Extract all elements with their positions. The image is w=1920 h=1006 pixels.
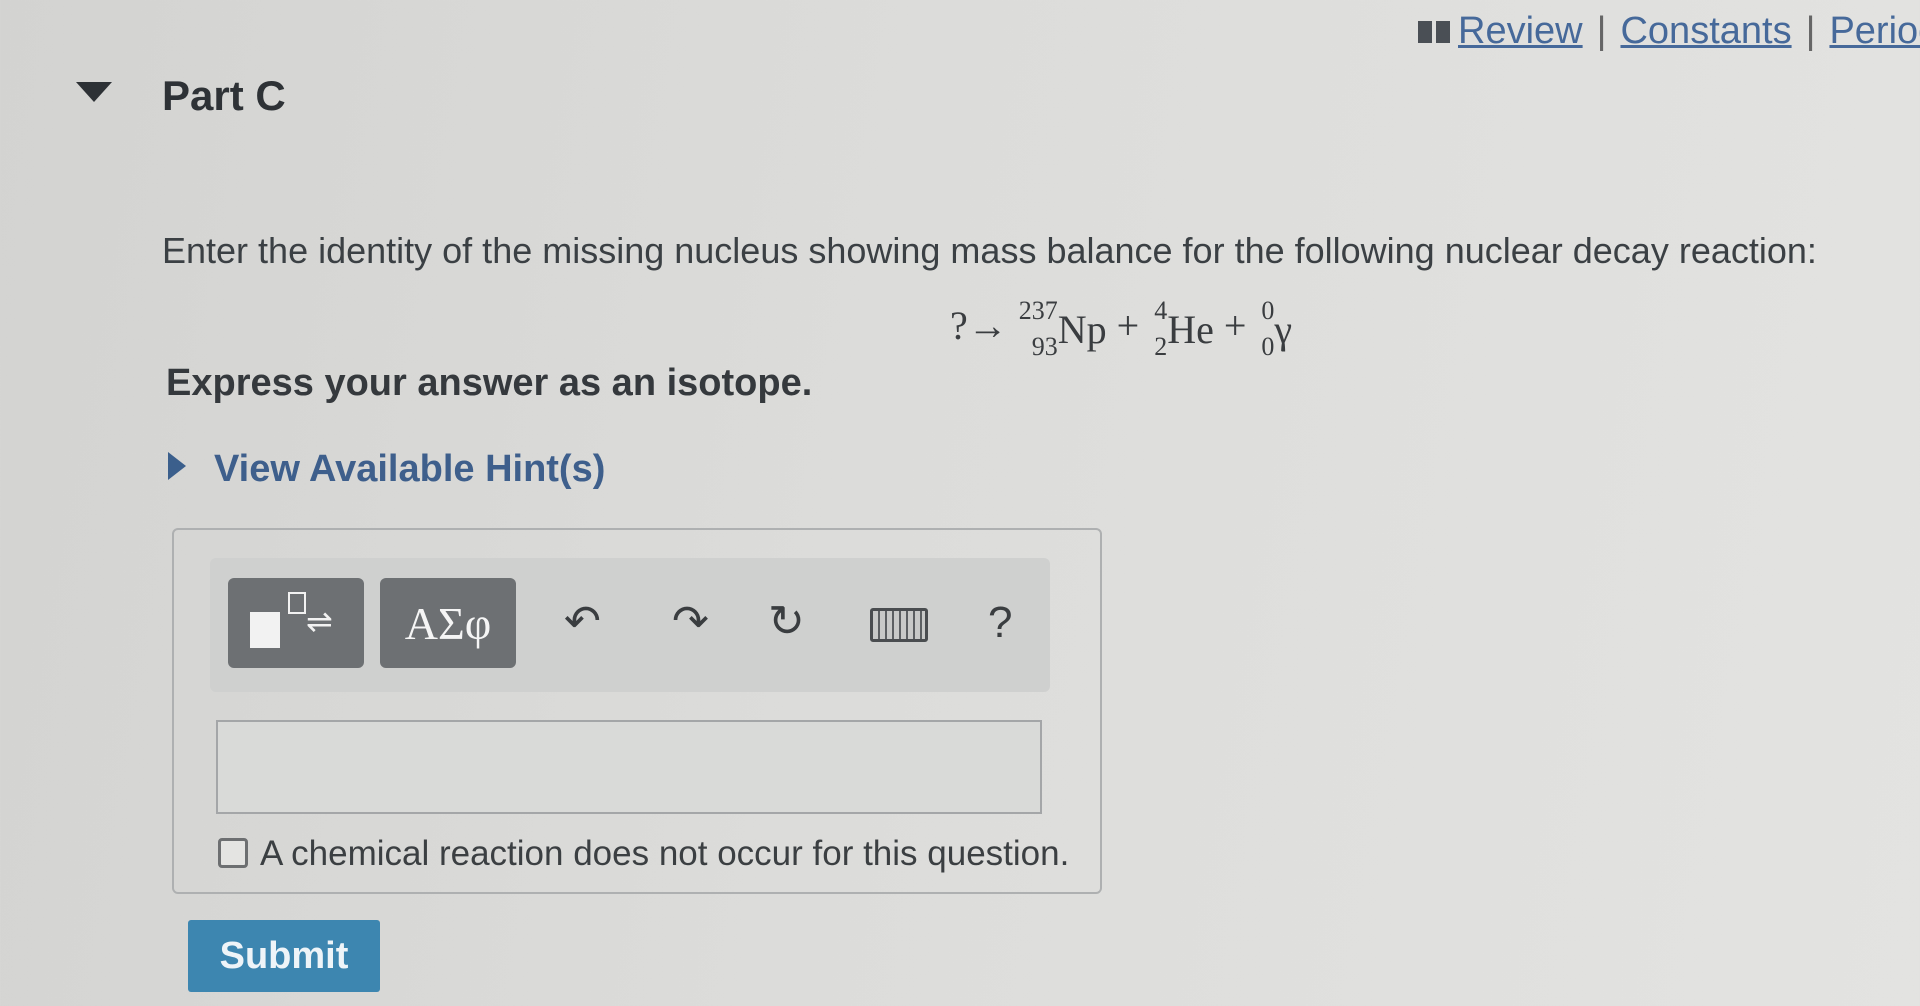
math-toolbar: ⇌ ΑΣφ ↶ ↷ ↻ ?	[210, 558, 1050, 692]
top-links: Review | Constants | Periodic	[1418, 10, 1920, 53]
plus-sign: +	[1116, 303, 1140, 348]
unknown-nucleus: ?	[950, 303, 968, 348]
template-box-icon	[250, 612, 280, 648]
redo-icon[interactable]: ↷	[672, 596, 709, 647]
plus-sign: +	[1223, 303, 1247, 348]
keyboard-icon[interactable]	[870, 608, 928, 642]
book-icon	[1418, 20, 1450, 43]
gamma-atomic-number: 0	[1261, 332, 1275, 362]
review-link[interactable]: Review	[1458, 10, 1583, 53]
separator: |	[1596, 10, 1607, 52]
gamma-mass-number: 0	[1261, 296, 1275, 326]
periodic-table-link[interactable]: Periodic	[1829, 10, 1920, 53]
collapse-triangle-icon[interactable]	[76, 82, 112, 102]
answer-input[interactable]	[216, 720, 1042, 814]
help-button[interactable]: ?	[988, 598, 1012, 648]
np-mass-number: 237	[1018, 296, 1058, 326]
he-symbol: He	[1167, 307, 1214, 353]
reset-icon[interactable]: ↻	[768, 596, 805, 647]
greek-symbols-button[interactable]: ΑΣφ	[380, 578, 516, 668]
no-reaction-label[interactable]: A chemical reaction does not occur for t…	[260, 834, 1069, 874]
undo-icon[interactable]: ↶	[564, 596, 601, 647]
templates-button[interactable]: ⇌	[228, 578, 364, 668]
template-superscript-icon	[288, 592, 306, 614]
gamma-symbol: γ	[1274, 307, 1293, 353]
reaction-arrow: →	[967, 303, 1008, 348]
answer-instruction: Express your answer as an isotope.	[166, 362, 813, 404]
neptunium-isotope: 237 93 Np	[1019, 296, 1107, 361]
np-symbol: Np	[1057, 307, 1107, 353]
expand-triangle-icon[interactable]	[168, 452, 186, 480]
he-atomic-number: 2	[1154, 332, 1168, 362]
template-arrows-icon: ⇌	[306, 603, 333, 639]
part-title: Part C	[162, 72, 286, 119]
he-mass-number: 4	[1154, 296, 1168, 326]
question-text: Enter the identity of the missing nucleu…	[162, 230, 1817, 271]
view-hints-link[interactable]: View Available Hint(s)	[214, 448, 605, 491]
np-atomic-number: 93	[1031, 332, 1058, 362]
submit-button[interactable]: Submit	[188, 920, 380, 992]
decay-equation: ?→ 237 93 Np + 4 2 He + 0 0 γ	[950, 296, 1293, 361]
gamma-ray: 0 0 γ	[1261, 296, 1293, 361]
helium-isotope: 4 2 He	[1154, 296, 1214, 361]
no-reaction-checkbox[interactable]	[218, 838, 248, 868]
constants-link[interactable]: Constants	[1620, 10, 1791, 53]
separator: |	[1805, 10, 1816, 52]
